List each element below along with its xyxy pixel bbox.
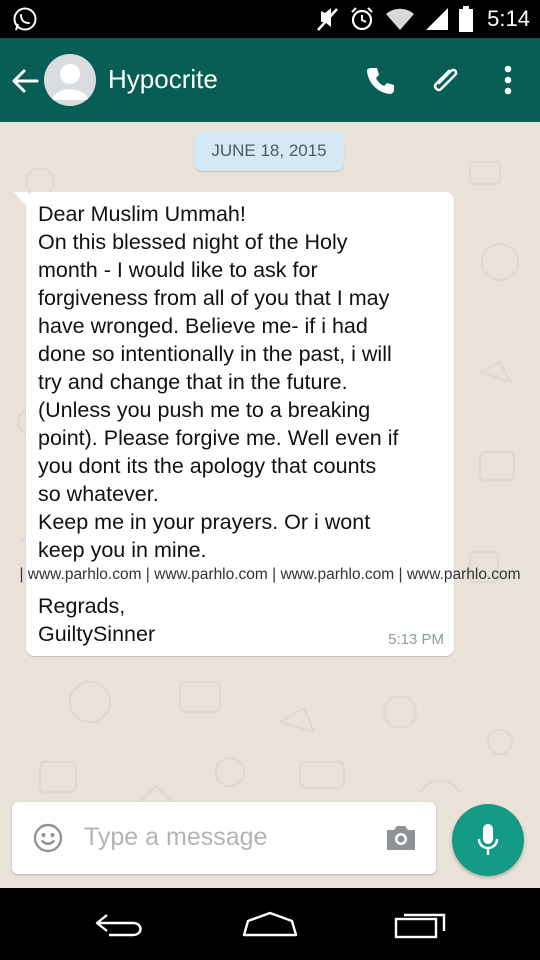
emoji-icon[interactable] xyxy=(32,822,64,854)
message-line: point). Please forgive me. Well even if xyxy=(38,426,399,450)
alarm-icon xyxy=(351,7,373,31)
mic-icon xyxy=(477,824,499,855)
nav-recents-button[interactable] xyxy=(390,902,450,946)
message-line: so whatever. xyxy=(38,482,159,506)
date-chip: JUNE 18, 2015 xyxy=(194,131,344,171)
message-line: done so intentionally in the past, i wil… xyxy=(38,342,392,366)
message-line: you dont its the apology that counts xyxy=(38,454,377,478)
nav-recents-icon xyxy=(394,913,446,939)
message-line: keep you in mine. xyxy=(38,538,207,562)
voice-message-button[interactable] xyxy=(452,804,524,876)
message-line: have wronged. Believe me- if i had xyxy=(38,314,368,338)
whatsapp-icon xyxy=(13,7,37,31)
wifi-icon xyxy=(386,8,415,30)
chat-header: Hypocrite xyxy=(0,38,540,122)
contact-name[interactable]: Hypocrite xyxy=(108,64,218,95)
more-options-button[interactable] xyxy=(488,60,528,100)
signal-icon xyxy=(426,8,449,30)
message-line: Keep me in your prayers. Or i wont xyxy=(38,510,371,534)
avatar[interactable] xyxy=(44,54,96,106)
message-input[interactable]: Type a message xyxy=(84,823,267,852)
back-arrow-icon[interactable] xyxy=(10,66,40,96)
attach-icon xyxy=(433,68,458,92)
chat-area[interactable]: JUNE 18, 2015 Dear Muslim Ummah! On this… xyxy=(0,122,540,888)
call-icon xyxy=(367,68,394,94)
message-line: Regrads, xyxy=(38,594,126,618)
message-line: On this blessed night of the Holy xyxy=(38,230,348,254)
call-button[interactable] xyxy=(360,60,400,100)
message-line: Dear Muslim Ummah! xyxy=(38,202,246,226)
watermark-text: | www.parhlo.com | www.parhlo.com | www.… xyxy=(19,566,521,583)
nav-home-button[interactable] xyxy=(240,902,300,946)
mute-icon xyxy=(317,8,339,31)
nav-back-icon xyxy=(95,914,142,937)
battery-icon xyxy=(459,6,474,32)
message-time: 5:13 PM xyxy=(388,631,444,648)
attach-button[interactable] xyxy=(426,60,466,100)
bubble-tail xyxy=(14,192,28,208)
message-line: (Unless you push me to a breaking xyxy=(38,398,371,422)
message-bubble[interactable]: Dear Muslim Ummah! On this blessed night… xyxy=(14,192,454,656)
system-navigation-bar xyxy=(0,888,540,960)
message-composer[interactable]: Type a message xyxy=(12,802,436,874)
status-bar: 5:14 xyxy=(0,0,540,38)
more-icon xyxy=(504,65,512,95)
nav-home-icon xyxy=(242,911,298,937)
status-time: 5:14 xyxy=(487,6,530,31)
avatar-icon xyxy=(52,64,88,100)
message-line: month - I would like to ask for xyxy=(38,258,318,282)
nav-back-button[interactable] xyxy=(90,902,150,946)
message-line: try and change that in the future. xyxy=(38,370,348,394)
message-line: forgiveness from all of you that I may xyxy=(38,286,390,310)
camera-icon[interactable] xyxy=(384,822,418,854)
